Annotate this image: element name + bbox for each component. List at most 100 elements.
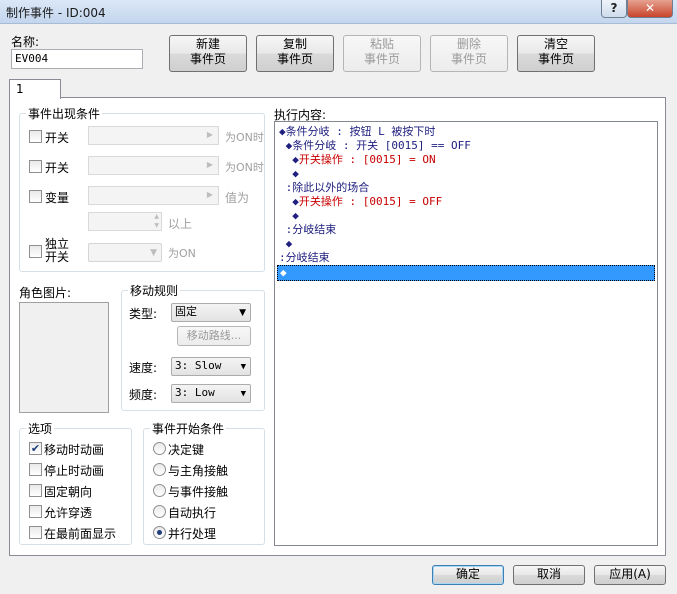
trigger-label-3: 与事件接触 — [168, 485, 229, 499]
contents-line-6[interactable]: ◆开关操作 : [0015] = OFF — [279, 195, 442, 209]
diamond-icon: ◆ — [279, 139, 293, 152]
switch1-select[interactable]: ▶ — [88, 126, 219, 145]
diamond-icon: ◆ — [279, 195, 299, 208]
move-speed-label: 速度: — [129, 361, 158, 375]
diamond-icon: ◆ — [279, 209, 299, 222]
diamond-icon: ◆ — [279, 237, 293, 250]
new-page-label-1: 新建 — [195, 37, 220, 51]
variable-select[interactable]: ▶ — [88, 186, 219, 205]
option-label-4: 允许穿透 — [44, 506, 93, 520]
contents-line-2[interactable]: ◆条件分岐 : 开关 [0015] == OFF — [279, 139, 471, 153]
self-switch-checkbox[interactable] — [29, 245, 42, 258]
self-switch-select[interactable]: ▼ — [88, 243, 162, 262]
radio-dot-icon — [157, 530, 162, 535]
switch1-suffix: 为ON时 — [225, 131, 264, 144]
trigger-radio-3[interactable] — [153, 484, 166, 497]
right-arrow-icon: ▶ — [206, 130, 213, 139]
self-switch-label-2: 开关 — [45, 250, 70, 264]
options-title: 选项 — [26, 420, 55, 437]
paste-page-button[interactable]: 粘贴 事件页 — [343, 35, 421, 72]
new-page-label-2: 事件页 — [189, 52, 226, 66]
move-type-value: 固定 — [175, 305, 197, 318]
movement-title: 移动规则 — [128, 282, 181, 299]
graphic-preview[interactable] — [19, 302, 109, 413]
diamond-icon: ◆ — [279, 125, 286, 138]
switch2-checkbox[interactable] — [29, 160, 42, 173]
move-type-label: 类型: — [129, 307, 158, 321]
contents-list[interactable]: ◆条件分岐 : 按钮 L 被按下时 ◆条件分岐 : 开关 [0015] == O… — [274, 121, 658, 546]
option-label-3: 固定朝向 — [44, 485, 93, 499]
contents-line-3[interactable]: ◆开关操作 : [0015] = ON — [279, 153, 435, 167]
move-freq-select[interactable]: 3: Low ▼ — [171, 384, 251, 403]
option-label-1: 移动时动画 — [44, 443, 105, 457]
tab-page-1[interactable]: 1 — [9, 79, 61, 99]
option-checkbox-1[interactable]: ✔ — [29, 442, 42, 455]
delete-page-label-2: 事件页 — [450, 52, 487, 66]
contents-line-10[interactable]: :分岐结束 — [279, 251, 330, 265]
self-switch-suffix: 为ON — [168, 247, 196, 260]
window-title: 制作事件 - ID:004 — [6, 6, 106, 20]
trigger-label-1: 决定键 — [168, 443, 205, 457]
switch2-label: 开关 — [45, 161, 70, 175]
copy-page-button[interactable]: 复制 事件页 — [256, 35, 334, 72]
contents-line-8[interactable]: :分岐结束 — [279, 223, 337, 237]
paste-page-label-1: 粘贴 — [369, 37, 394, 51]
contents-line-7[interactable]: ◆ — [279, 209, 299, 223]
variable-label: 变量 — [45, 191, 70, 205]
option-checkbox-5[interactable] — [29, 526, 42, 539]
move-freq-label: 频度: — [129, 388, 158, 402]
contents-line-11-selected[interactable]: ◆ — [277, 265, 655, 281]
contents-line-5[interactable]: :除此以外的场合 — [279, 181, 370, 195]
new-page-button[interactable]: 新建 事件页 — [169, 35, 247, 72]
contents-line-9[interactable]: ◆ — [279, 237, 293, 251]
delete-page-button[interactable]: 删除 事件页 — [430, 35, 508, 72]
close-button[interactable]: ✕ — [627, 0, 673, 18]
ok-button[interactable]: 确定 — [432, 565, 504, 585]
cancel-button[interactable]: 取消 — [513, 565, 585, 585]
switch1-label: 开关 — [45, 131, 70, 145]
clear-page-label-2: 事件页 — [537, 52, 574, 66]
switch2-suffix: 为ON时 — [225, 161, 264, 174]
clear-page-button[interactable]: 清空 事件页 — [517, 35, 595, 72]
trigger-radio-2[interactable] — [153, 463, 166, 476]
option-checkbox-3[interactable] — [29, 484, 42, 497]
contents-line-1[interactable]: ◆条件分岐 : 按钮 L 被按下时 — [279, 125, 435, 139]
variable-checkbox[interactable] — [29, 190, 42, 203]
contents-line-4[interactable]: ◆ — [279, 167, 299, 181]
variable-value-spinner[interactable]: ▲ ▼ — [88, 212, 162, 231]
self-switch-label: 独立 开关 — [45, 238, 69, 264]
spin-down-icon[interactable]: ▼ — [154, 222, 159, 230]
name-input[interactable]: EV004 — [11, 49, 143, 69]
tab-page-1-label: 1 — [16, 82, 24, 96]
option-label-5: 在最前面显示 — [44, 527, 117, 541]
move-type-select[interactable]: 固定 ▼ — [171, 303, 251, 322]
delete-page-label-1: 删除 — [456, 37, 481, 51]
trigger-radio-5[interactable] — [153, 526, 166, 539]
help-button[interactable]: ? — [601, 0, 627, 18]
graphic-title: 角色图片: — [19, 286, 72, 300]
move-speed-select[interactable]: 3: Slow ▼ — [171, 357, 251, 376]
copy-page-label-2: 事件页 — [276, 52, 313, 66]
trigger-radio-1[interactable] — [153, 442, 166, 455]
option-label-2: 停止时动画 — [44, 464, 105, 478]
right-arrow-icon: ▶ — [206, 160, 213, 169]
trigger-radio-4[interactable] — [153, 505, 166, 518]
name-label: 名称: — [11, 35, 40, 49]
trigger-label-2: 与主角接触 — [168, 464, 229, 478]
copy-page-label-1: 复制 — [282, 37, 307, 51]
trigger-title: 事件开始条件 — [150, 420, 227, 437]
clear-page-label-1: 清空 — [543, 37, 568, 51]
move-speed-value: 3: Slow — [175, 359, 222, 372]
chevron-down-icon: ▼ — [150, 248, 157, 258]
option-checkbox-2[interactable] — [29, 463, 42, 476]
spin-up-icon[interactable]: ▲ — [154, 213, 159, 221]
switch1-checkbox[interactable] — [29, 130, 42, 143]
move-route-button[interactable]: 移动路线... — [177, 326, 251, 346]
chevron-down-icon: ▼ — [239, 308, 246, 318]
variable-above-label: 以上 — [168, 217, 193, 231]
paste-page-label-2: 事件页 — [363, 52, 400, 66]
option-checkbox-4[interactable] — [29, 505, 42, 518]
trigger-label-4: 自动执行 — [168, 506, 217, 520]
switch2-select[interactable]: ▶ — [88, 156, 219, 175]
apply-button[interactable]: 应用(A) — [594, 565, 666, 585]
